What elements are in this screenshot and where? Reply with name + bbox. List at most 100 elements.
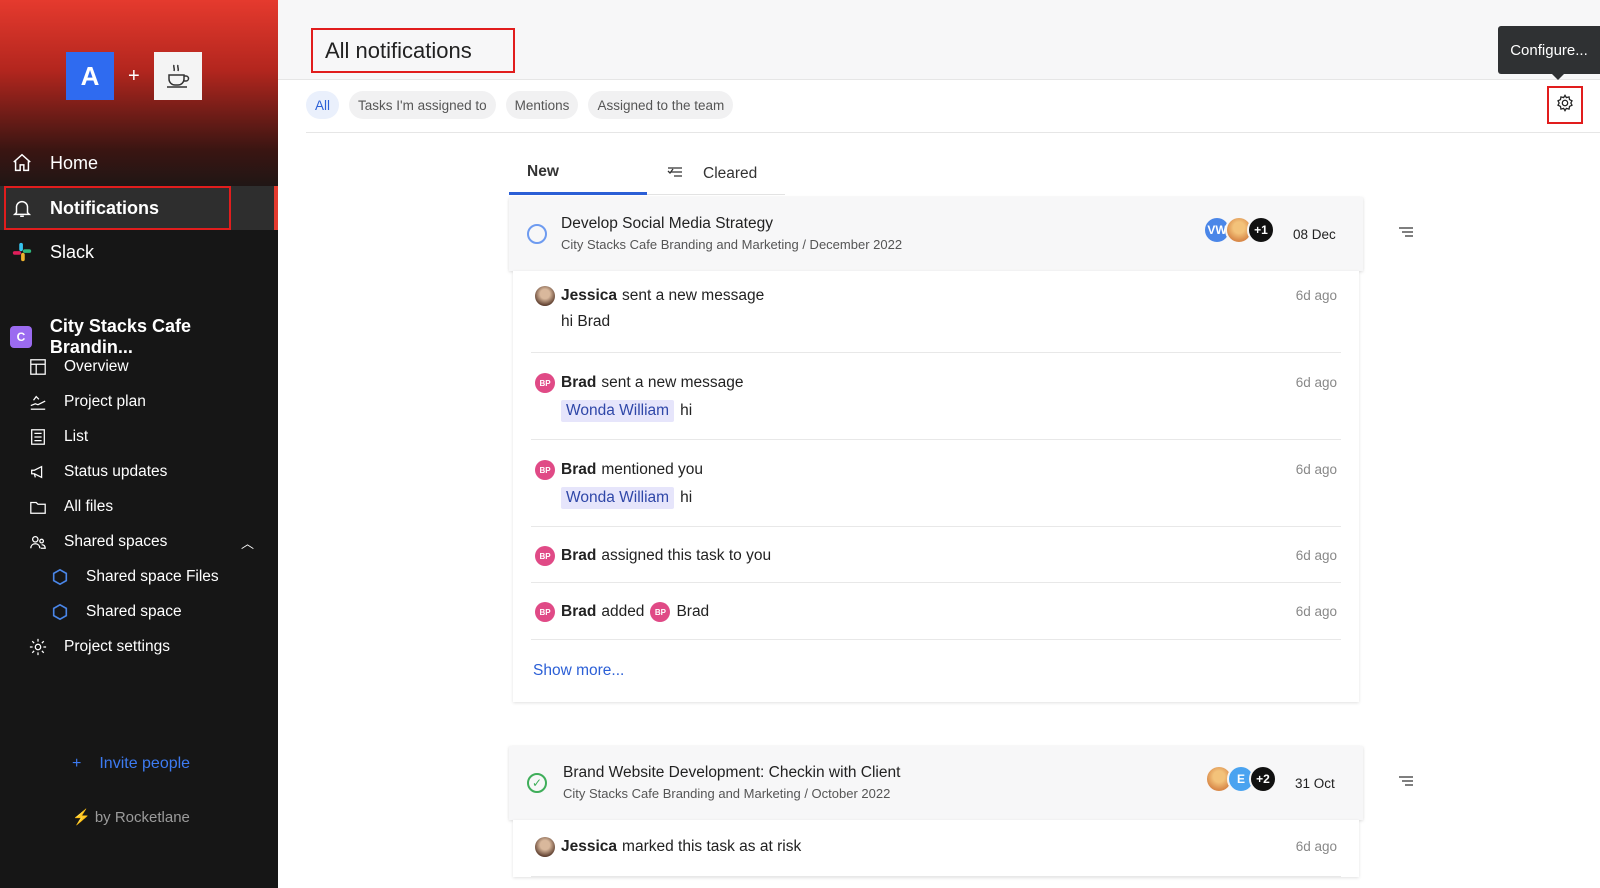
coffee-cup-logo-icon (153, 52, 202, 100)
task-subtitle: City Stacks Cafe Branding and Marketing … (563, 786, 891, 801)
notification-line: BP Brad mentioned you (535, 460, 703, 480)
sidebar-item-label: Shared spaces (64, 533, 168, 550)
task-subtitle: City Stacks Cafe Branding and Marketing … (561, 237, 903, 252)
chevron-up-icon[interactable]: ︿ (241, 533, 254, 552)
nav-slack[interactable]: Slack (0, 230, 278, 274)
invite-people-button[interactable]: + Invite people (72, 755, 190, 773)
task-status-circle-icon[interactable] (527, 224, 547, 244)
list-item[interactable]: BP Brad assigned this task to you 6d ago (531, 527, 1341, 583)
target-name: Brad (676, 603, 710, 620)
task-title[interactable]: Develop Social Media Strategy (561, 215, 773, 233)
task-card-header[interactable]: ✓ Brand Website Development: Checkin wit… (509, 746, 1363, 820)
sidebar-item-project-settings[interactable]: Project settings (0, 630, 278, 664)
notification-text: added (601, 603, 645, 620)
sidebar-item-shared-space[interactable]: Shared space (0, 595, 278, 629)
hexagon-icon (50, 568, 70, 586)
notification-text: mentioned you (601, 461, 704, 478)
sidebar-item-status-updates[interactable]: Status updates (0, 455, 278, 489)
mention-tag[interactable]: Wonda William (561, 400, 675, 422)
sidebar-item-label: Status updates (64, 463, 168, 480)
actor-name: Brad (561, 374, 597, 391)
sidebar-item-shared-space-files[interactable]: Shared space Files (0, 560, 278, 594)
configure-button[interactable] (1547, 86, 1583, 124)
notification-filters: All Tasks I'm assigned to Mentions Assig… (306, 91, 734, 119)
slack-icon (10, 241, 34, 263)
notification-message: hi Brad (561, 313, 611, 330)
list-item[interactable]: Jessica marked this task as at risk 6d a… (531, 820, 1341, 877)
filter-all[interactable]: All (306, 91, 340, 119)
notification-text: assigned this task to you (601, 547, 772, 564)
notification-time: 6d ago (1295, 288, 1337, 303)
message-text: hi (680, 402, 693, 419)
notification-time: 6d ago (1295, 839, 1337, 854)
notification-text: sent a new message (601, 374, 744, 391)
tab-cleared[interactable]: Cleared (667, 152, 757, 195)
sidebar-item-all-files[interactable]: All files (0, 490, 278, 524)
clear-notification-icon[interactable] (1398, 225, 1414, 241)
company-logo: A (66, 52, 114, 100)
filter-assigned-team[interactable]: Assigned to the team (588, 91, 734, 119)
logo-plus: + (128, 64, 140, 87)
actor-name: Jessica (561, 838, 618, 855)
avatar: BP (535, 602, 555, 622)
filter-tasks-assigned[interactable]: Tasks I'm assigned to (349, 91, 496, 119)
assignee-avatars[interactable]: VW +1 (1203, 216, 1275, 244)
sidebar: A + Home Notifications Slack C City Stac… (0, 0, 278, 888)
gear-icon (28, 638, 48, 656)
tab-cleared-label: Cleared (703, 164, 758, 182)
actor-name: Jessica (561, 287, 618, 304)
sidebar-item-label: List (64, 428, 89, 445)
list-item[interactable]: BP Brad sent a new message 6d ago Wonda … (531, 353, 1341, 440)
notification-tabs: New Cleared (509, 152, 785, 195)
notification-text: marked this task as at risk (622, 838, 802, 855)
notification-time: 6d ago (1295, 462, 1337, 477)
page-title: All notifications (311, 28, 515, 73)
list-item[interactable]: BP Brad mentioned you 6d ago Wonda Willi… (531, 440, 1341, 527)
nav-slack-label: Slack (50, 241, 95, 262)
mention-tag[interactable]: Wonda William (561, 487, 675, 509)
gear-icon (1556, 93, 1574, 117)
show-more-link[interactable]: Show more... (533, 662, 624, 680)
nav-notifications[interactable]: Notifications (0, 186, 278, 230)
avatar: BP (650, 602, 671, 622)
sidebar-item-list[interactable]: List (0, 420, 278, 454)
clear-notification-icon[interactable] (1398, 774, 1414, 790)
app-window: A + Home Notifications Slack C City Stac… (0, 0, 1600, 888)
page-header: All notifications Configure... (278, 0, 1600, 80)
people-icon (28, 533, 48, 551)
sidebar-item-overview[interactable]: Overview (0, 350, 278, 384)
list-item[interactable]: BP Brad added BP Brad 6d ago (531, 583, 1341, 640)
notification-line: BP Brad added BP Brad (535, 602, 709, 622)
actor-name: Brad (561, 461, 597, 478)
task-title[interactable]: Brand Website Development: Checkin with … (563, 764, 900, 782)
assignee-avatars[interactable]: E +2 (1205, 765, 1277, 793)
folder-icon (28, 498, 48, 516)
notification-line: BP Brad assigned this task to you (535, 546, 771, 566)
task-card-header[interactable]: Develop Social Media Strategy City Stack… (509, 197, 1363, 271)
list-item[interactable]: Jessica sent a new message 6d ago hi Bra… (531, 271, 1341, 353)
avatar (535, 837, 555, 857)
sidebar-item-label: Project settings (64, 638, 170, 655)
notification-line: Jessica marked this task as at risk (535, 837, 801, 857)
sidebar-item-shared-spaces[interactable]: Shared spaces ︿ (0, 525, 278, 559)
avatar: BP (535, 373, 555, 393)
filter-mentions[interactable]: Mentions (505, 91, 579, 119)
avatar-overflow: +2 (1249, 765, 1277, 793)
notification-line: Jessica sent a new message (535, 286, 764, 306)
task-complete-check-icon[interactable]: ✓ (527, 773, 547, 793)
notification-line: BP Brad sent a new message (535, 373, 744, 393)
tab-new[interactable]: New (509, 152, 647, 195)
task-due-date: 08 Dec (1293, 227, 1336, 242)
divider (306, 132, 1600, 133)
nav-home[interactable]: Home (0, 141, 278, 185)
notification-time: 6d ago (1295, 375, 1337, 390)
overview-icon (28, 358, 48, 376)
sidebar-item-label: Project plan (64, 393, 146, 410)
home-icon (10, 152, 34, 174)
invite-people-label: Invite people (99, 755, 191, 772)
notification-text: sent a new message (622, 287, 765, 304)
avatar-overflow: +1 (1247, 216, 1275, 244)
sidebar-item-project-plan[interactable]: Project plan (0, 385, 278, 419)
project-badge: C (10, 326, 32, 348)
actor-name: Brad (561, 547, 597, 564)
